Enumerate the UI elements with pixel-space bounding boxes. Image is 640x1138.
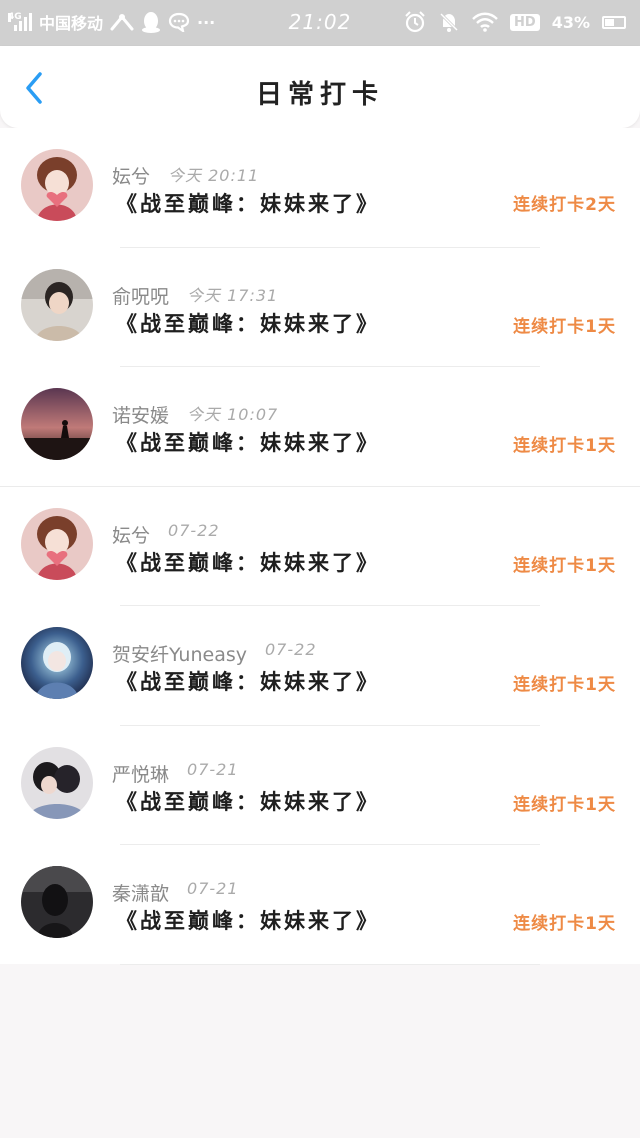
- wifi-icon: [472, 12, 498, 32]
- list-item[interactable]: 妘兮 07-22 《战至巅峰：妹妹来了》 连续打卡1天: [0, 487, 640, 606]
- avatar[interactable]: [21, 627, 93, 699]
- avatar[interactable]: [21, 268, 93, 341]
- checkin-time: 今天 20:11: [168, 166, 260, 185]
- streak-label: 连续打卡1天: [513, 555, 616, 576]
- avatar[interactable]: [21, 149, 93, 221]
- checkin-time: 今天 10:07: [187, 405, 279, 424]
- checkin-time: 07-22: [168, 520, 220, 540]
- list-item[interactable]: 俞呪呪 今天 17:31 《战至巅峰：妹妹来了》 连续打卡1天: [0, 248, 640, 367]
- avatar[interactable]: [21, 746, 93, 819]
- book-title[interactable]: 《战至巅峰：妹妹来了》: [116, 427, 380, 457]
- avatar[interactable]: [21, 866, 93, 938]
- book-title[interactable]: 《战至巅峰：妹妹来了》: [116, 786, 380, 816]
- book-title[interactable]: 《战至巅峰：妹妹来了》: [116, 547, 380, 577]
- streak-label: 连续打卡1天: [513, 436, 616, 456]
- hd-badge: HD: [510, 13, 540, 31]
- row-divider: [120, 963, 540, 965]
- list-item[interactable]: 严悦琳 07-21 《战至巅峰：妹妹来了》 连续打卡1天: [0, 726, 640, 845]
- alarm-icon: [405, 11, 425, 33]
- checkin-time: 今天 17:31: [187, 285, 279, 305]
- checkin-time: 07-21: [187, 759, 239, 779]
- streak-label: 连续打卡1天: [513, 675, 616, 695]
- list-item[interactable]: 贺安纤Yuneasy 07-22 《战至巅峰：妹妹来了》 连续打卡1天: [0, 606, 640, 726]
- bell-off-icon: [439, 12, 459, 32]
- streak-label: 连续打卡2天: [513, 195, 616, 215]
- user-name[interactable]: 贺安纤Yuneasy: [112, 640, 247, 667]
- user-name[interactable]: 妘兮: [112, 162, 150, 189]
- avatar[interactable]: [21, 388, 93, 460]
- battery-percent: 43%: [551, 12, 590, 32]
- streak-label: 连续打卡1天: [513, 914, 616, 934]
- book-title[interactable]: 《战至巅峰：妹妹来了》: [116, 188, 380, 218]
- entry-meta: 妘兮 今天 20:11: [112, 162, 259, 189]
- checkin-time: 07-21: [187, 879, 239, 898]
- list-item[interactable]: 诺安媛 今天 10:07 《战至巅峰：妹妹来了》 连续打卡1天: [0, 367, 640, 487]
- status-right: HD 43%: [404, 10, 626, 34]
- entry-meta: 俞呪呪 今天 17:31: [112, 282, 278, 309]
- book-title[interactable]: 《战至巅峰：妹妹来了》: [116, 308, 380, 338]
- book-title[interactable]: 《战至巅峰：妹妹来了》: [116, 666, 380, 696]
- streak-label: 连续打卡1天: [513, 794, 616, 815]
- battery-icon: [602, 15, 626, 29]
- book-title[interactable]: 《战至巅峰：妹妹来了》: [116, 905, 380, 935]
- entry-meta: 诺安媛 今天 10:07: [112, 401, 278, 428]
- avatar[interactable]: [21, 507, 93, 580]
- user-name[interactable]: 妘兮: [112, 521, 150, 548]
- user-name[interactable]: 秦潇歆: [112, 879, 169, 906]
- list-item[interactable]: 妘兮 今天 20:11 《战至巅峰：妹妹来了》 连续打卡2天: [0, 128, 640, 248]
- user-name[interactable]: 俞呪呪: [112, 282, 169, 309]
- list-item[interactable]: 秦潇歆 07-21 《战至巅峰：妹妹来了》 连续打卡1天: [0, 845, 640, 965]
- user-name[interactable]: 诺安媛: [112, 401, 169, 428]
- status-bar: 4G 中国移动 ··· 21:02 HD 43%: [0, 0, 640, 46]
- entry-meta: 严悦琳 07-21: [112, 760, 239, 787]
- nav-bar: 日常打卡: [0, 46, 640, 128]
- checkin-list: 妘兮 今天 20:11 《战至巅峰：妹妹来了》 连续打卡2天 俞呪呪 今天 17…: [0, 128, 640, 965]
- entry-meta: 秦潇歆 07-21: [112, 879, 239, 906]
- page-title: 日常打卡: [255, 80, 384, 110]
- entry-meta: 贺安纤Yuneasy 07-22: [112, 640, 317, 667]
- checkin-time: 07-22: [265, 640, 317, 659]
- user-name[interactable]: 严悦琳: [112, 760, 169, 787]
- streak-label: 连续打卡1天: [513, 316, 616, 337]
- entry-meta: 妘兮 07-22: [112, 521, 220, 548]
